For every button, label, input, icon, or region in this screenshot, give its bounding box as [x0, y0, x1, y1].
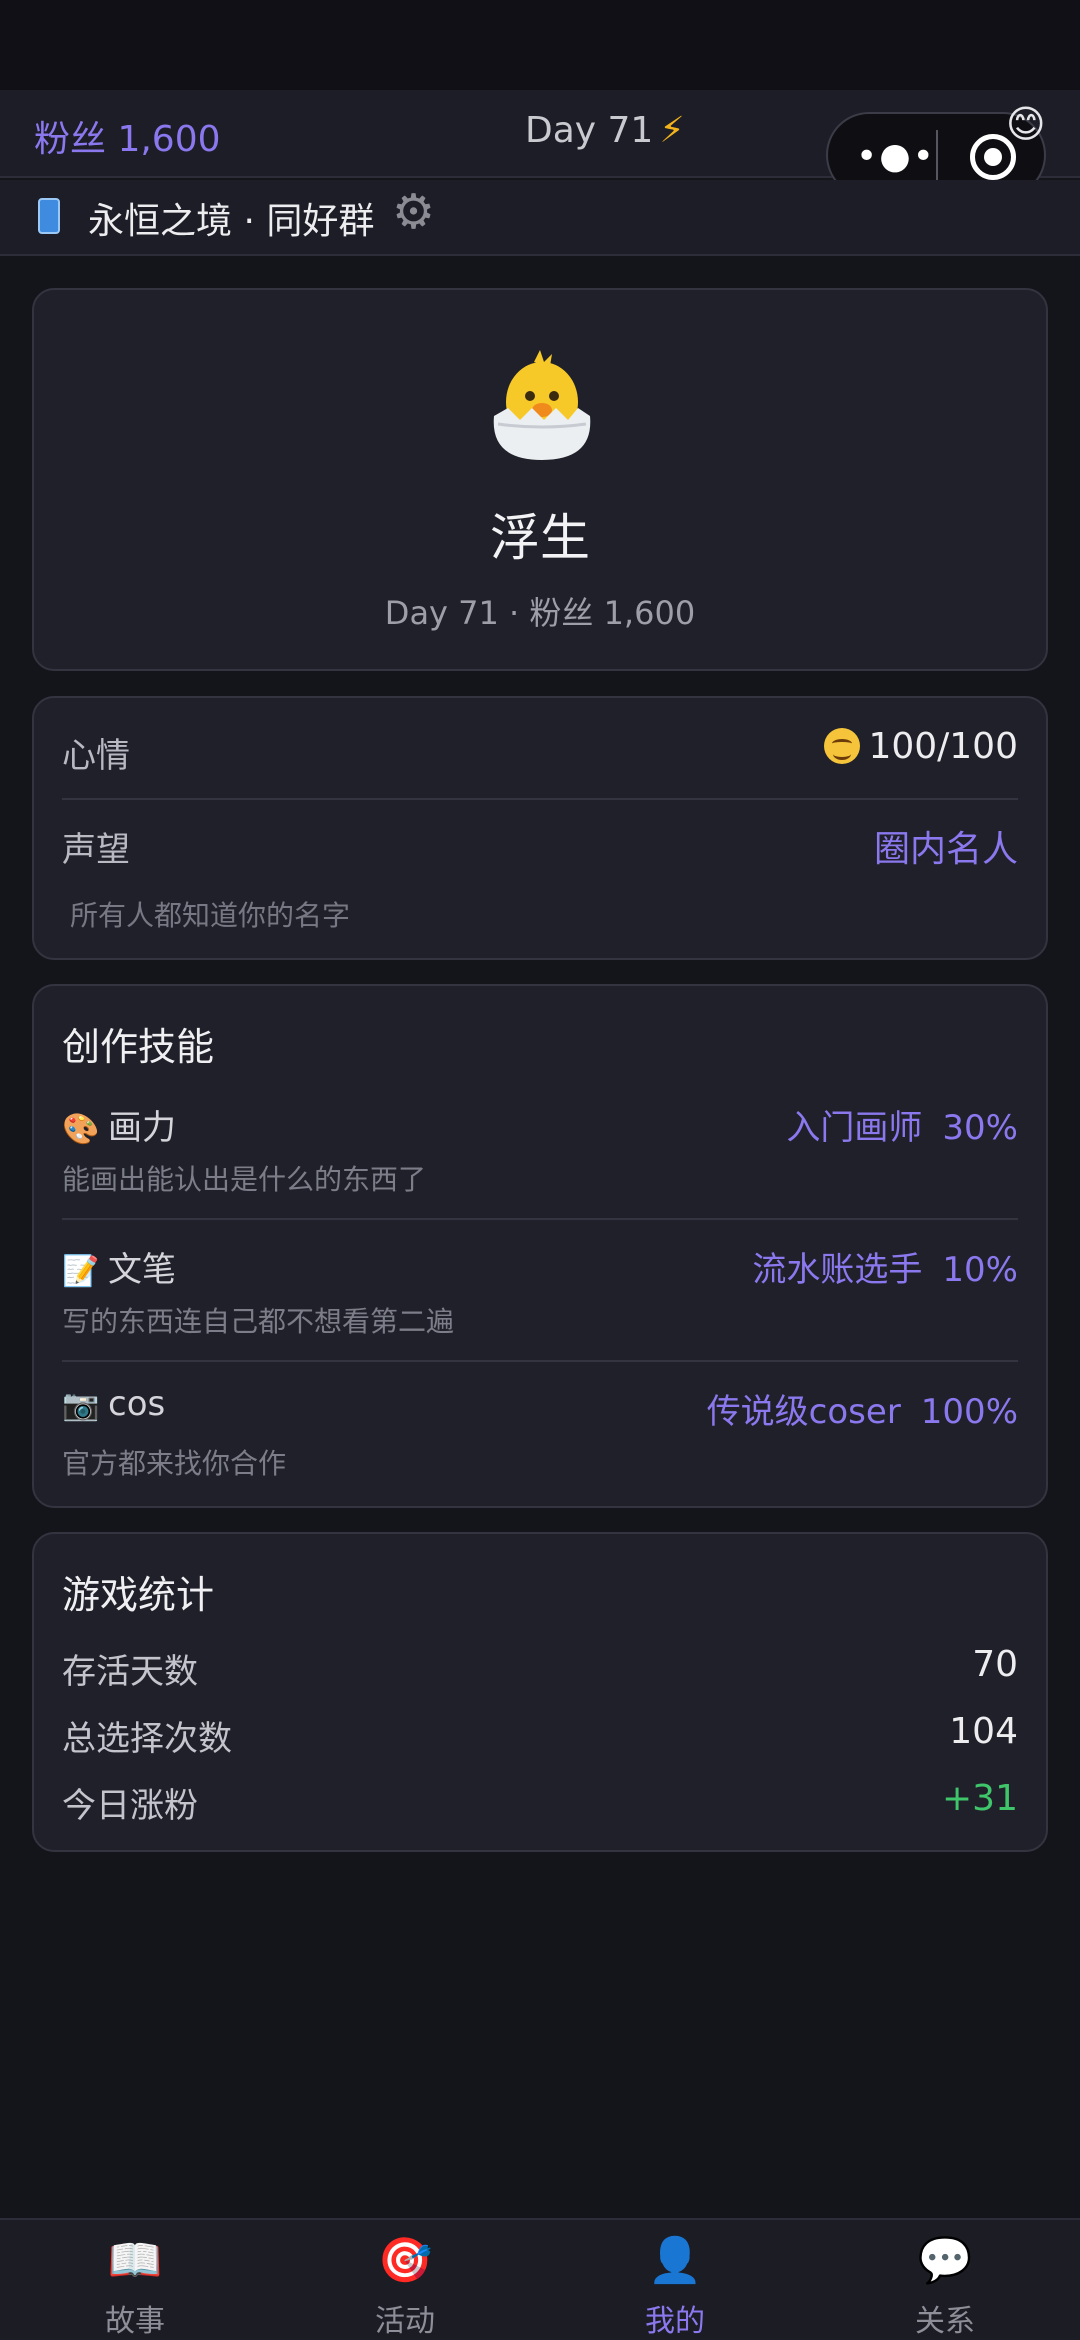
stat-label-days: 存活天数 — [62, 1652, 198, 1692]
smile-icon — [824, 728, 861, 764]
nav-label: 关系 — [915, 2304, 975, 2339]
target-icon: 🎯 — [377, 2235, 433, 2286]
skills-card: 创作技能 🎨 画力 入门画师 30% 能画出能认出是什么的东西了 📝 文笔 流水账选手… — [32, 984, 1048, 1508]
skills-title: 创作技能 — [62, 1025, 215, 1069]
mood-label: 心情 — [62, 736, 130, 776]
status-bar-area — [0, 0, 1080, 90]
skill-desc-writing: 写的东西连自己都不想看第二遍 — [62, 1305, 455, 1338]
nav-item-me[interactable]: 👤 我的 — [540, 2232, 810, 2340]
stat-value-days: 70 — [972, 1644, 1018, 1685]
divider — [62, 1218, 1018, 1220]
memo-icon: 📝 — [62, 1254, 100, 1289]
skill-percent: 30% — [942, 1108, 1018, 1148]
nav-item-relations[interactable]: 💬 关系 — [810, 2232, 1080, 2340]
skill-rank: 流水账选手 — [752, 1250, 923, 1290]
skill-level-writing: 流水账选手 10% — [752, 1242, 1018, 1291]
capsule-divider — [936, 130, 938, 182]
nav-label: 活动 — [375, 2304, 435, 2339]
group-name: 永恒之境 · 同好群 — [88, 201, 375, 242]
skill-rank: 传说级coser — [706, 1392, 901, 1432]
mood-value-text: 100/100 — [868, 726, 1018, 767]
skill-desc-cos: 官方都来找你合作 — [62, 1447, 287, 1480]
user-icon: 👤 — [647, 2235, 703, 2286]
skill-name-writing: 📝 文笔 — [62, 1242, 176, 1291]
mood-value: 100/100 — [824, 726, 1018, 767]
skill-percent: 100% — [920, 1392, 1018, 1432]
skill-label: 画力 — [108, 1108, 176, 1148]
skill-rank: 入门画师 — [786, 1108, 923, 1148]
palette-icon: 🎨 — [62, 1112, 100, 1147]
divider — [62, 798, 1018, 800]
skill-desc-drawing: 能画出能认出是什么的东西了 — [62, 1163, 427, 1196]
phone-icon — [38, 198, 60, 234]
nav-label: 我的 — [645, 2304, 705, 2339]
nav-label: 故事 — [105, 2304, 165, 2339]
skill-label: 文笔 — [108, 1250, 176, 1290]
fame-description: 所有人都知道你的名字 — [70, 899, 351, 932]
profile-name: 浮生 — [490, 509, 590, 567]
stat-value-choices: 104 — [949, 1711, 1018, 1752]
stat-label-today-fans: 今日涨粉 — [62, 1786, 198, 1826]
profile-card: 浮生 Day 71 · 粉丝 1,600 — [32, 288, 1048, 671]
status-card: 心情 100/100 声望 圈内名人 所有人都知道你的名字 — [32, 696, 1048, 960]
smile-badge-icon: 😊 — [1006, 102, 1046, 146]
divider — [62, 1360, 1018, 1362]
fame-label: 声望 — [62, 830, 130, 870]
skill-name-drawing: 🎨 画力 — [62, 1100, 176, 1149]
header-day-label: Day 71 — [525, 110, 654, 151]
book-icon: 📖 — [107, 2235, 163, 2286]
header-day: Day 71 ⚡ — [525, 110, 685, 151]
profile-meta: Day 71 · 粉丝 1,600 — [384, 594, 696, 632]
stats-title: 游戏统计 — [62, 1573, 215, 1617]
speech-bubble-icon: 💬 — [917, 2235, 973, 2286]
gear-icon[interactable]: ⚙ — [392, 184, 435, 240]
skill-level-cos: 传说级coser 100% — [707, 1384, 1018, 1433]
group-bar[interactable]: 永恒之境 · 同好群 ⚙ — [0, 180, 1080, 256]
lightning-icon: ⚡ — [659, 110, 685, 151]
hatching-chick-icon — [493, 350, 591, 460]
skill-percent: 10% — [942, 1250, 1018, 1290]
stat-value-today-fans: +31 — [942, 1778, 1018, 1819]
more-icon[interactable]: •●• — [856, 136, 936, 177]
nav-item-activity[interactable]: 🎯 活动 — [270, 2232, 540, 2340]
camera-icon: 📷 — [62, 1388, 100, 1423]
header-fans-count: 粉丝 1,600 — [34, 119, 221, 160]
skill-name-cos: 📷 cos — [62, 1384, 165, 1424]
skill-label: cos — [108, 1384, 166, 1424]
stats-card: 游戏统计 存活天数 70 总选择次数 104 今日涨粉 +31 — [32, 1532, 1048, 1852]
bottom-nav: 📖 故事 🎯 活动 👤 我的 💬 关系 — [0, 2218, 1080, 2340]
fame-value: 圈内名人 — [873, 829, 1018, 870]
nav-item-story[interactable]: 📖 故事 — [0, 2232, 270, 2340]
skill-level-drawing: 入门画师 30% — [786, 1100, 1018, 1149]
stat-label-choices: 总选择次数 — [62, 1719, 232, 1759]
